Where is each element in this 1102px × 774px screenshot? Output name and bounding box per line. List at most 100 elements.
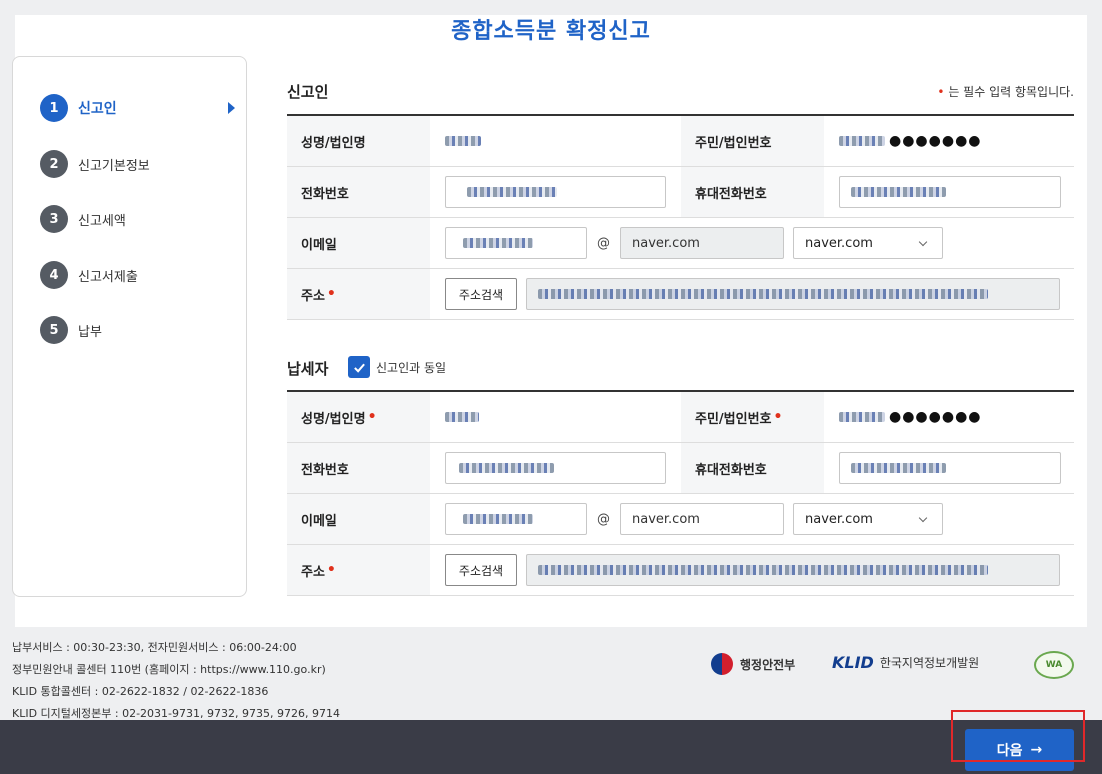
phone-cell — [430, 167, 681, 217]
name-value — [430, 392, 681, 442]
redacted-text — [463, 238, 533, 248]
form-row: 전화번호 휴대전화번호 — [287, 167, 1074, 218]
step-reporter[interactable]: 1 신고인 — [40, 93, 235, 123]
form-row: 이메일 @ naver.com naver.com — [287, 494, 1074, 545]
name-label: 성명/법인명 • — [287, 392, 430, 442]
chevron-down-icon — [918, 237, 928, 247]
redacted-text — [459, 463, 554, 473]
bottom-action-bar — [0, 720, 1102, 774]
section-title: 신고인 — [287, 83, 329, 101]
field-label: 전화번호 — [287, 167, 430, 217]
required-mark: • — [773, 409, 783, 425]
field-label: 휴대전화번호 — [681, 167, 824, 217]
step-number: 1 — [40, 94, 68, 122]
mobile-input[interactable] — [839, 176, 1061, 208]
mobile-cell — [824, 443, 1074, 493]
email-id-input[interactable] — [445, 503, 587, 535]
form-row: 주소 • 주소검색 — [287, 269, 1074, 320]
required-mark: • — [326, 286, 336, 302]
field-label: 이메일 — [287, 218, 430, 268]
field-label: 주민/법인번호 — [695, 411, 772, 427]
rrn-value: ●●●●●●● — [824, 116, 1074, 166]
address-search-button[interactable]: 주소검색 — [445, 554, 517, 586]
same-as-reporter-checkbox[interactable]: 신고인과 동일 — [348, 356, 446, 378]
field-label: 주민/법인번호 — [681, 116, 824, 166]
redacted-text — [839, 412, 885, 422]
reporter-form: 성명/법인명 주민/법인번호 ●●●●●●● 전화번호 휴대전화번호 이메일 @… — [287, 114, 1074, 320]
form-row: 성명/법인명 • 주민/법인번호 • ●●●●●●● — [287, 392, 1074, 443]
rrn-value: ●●●●●●● — [824, 392, 1074, 442]
field-label: 주소 — [301, 288, 325, 304]
email-cell: @ naver.com naver.com — [430, 494, 1074, 544]
page-title: 종합소득분 확정신고 — [451, 19, 651, 44]
klid-mark: KLID — [832, 653, 874, 672]
name-value — [430, 116, 681, 166]
required-mark: • — [326, 562, 336, 578]
step-payment[interactable]: 5 납부 — [40, 315, 235, 345]
rrn-mask: ●●●●●●● — [889, 409, 982, 425]
redacted-text — [445, 136, 481, 146]
step-label: 신고세액 — [78, 213, 126, 229]
required-mark: • — [367, 409, 377, 425]
required-note-text: 는 필수 입력 항목입니다. — [948, 85, 1074, 99]
step-submit[interactable]: 4 신고서제출 — [40, 260, 235, 290]
redacted-text — [851, 187, 946, 197]
step-label: 신고기본정보 — [78, 158, 150, 174]
address-cell: 주소검색 — [430, 545, 1074, 595]
address-label: 주소 • — [287, 269, 430, 319]
redacted-text — [467, 187, 557, 197]
email-domain-select[interactable]: naver.com — [793, 503, 943, 535]
address-input[interactable] — [526, 554, 1060, 586]
mois-logo[interactable]: 행정안전부 — [711, 653, 795, 675]
address-cell: 주소검색 — [430, 269, 1074, 319]
reporter-section-header: 신고인 • 는 필수 입력 항목입니다. — [287, 81, 1074, 111]
mobile-cell — [824, 167, 1074, 217]
email-at: @ — [597, 235, 610, 251]
current-step-arrow-icon — [228, 102, 235, 114]
phone-cell — [430, 443, 681, 493]
mobile-input[interactable] — [839, 452, 1061, 484]
site-footer: 납부서비스 : 00:30-23:30, 전자민원서비스 : 06:00-24:… — [0, 627, 1102, 720]
required-note: • 는 필수 입력 항목입니다. — [937, 83, 1074, 100]
form-row: 전화번호 휴대전화번호 — [287, 443, 1074, 494]
form-row: 성명/법인명 주민/법인번호 ●●●●●●● — [287, 116, 1074, 167]
field-label: 이메일 — [287, 494, 430, 544]
step-label: 신고인 — [78, 101, 117, 117]
email-at: @ — [597, 511, 610, 527]
select-value: naver.com — [805, 235, 873, 251]
email-domain-select[interactable]: naver.com — [793, 227, 943, 259]
mois-logo-text: 행정안전부 — [740, 657, 796, 672]
footer-info: 납부서비스 : 00:30-23:30, 전자민원서비스 : 06:00-24:… — [12, 637, 340, 725]
steps-sidebar: 1 신고인 2 신고기본정보 3 신고세액 4 신고서제출 5 납부 — [12, 56, 247, 597]
step-label: 납부 — [78, 324, 102, 340]
step-number: 5 — [40, 316, 68, 344]
redacted-text — [538, 565, 988, 575]
footer-line: KLID 통합콜센터 : 02-2622-1832 / 02-2622-1836 — [12, 685, 269, 698]
phone-input[interactable] — [445, 452, 666, 484]
redacted-text — [445, 412, 479, 422]
field-label: 성명/법인명 — [301, 411, 366, 427]
email-domain-input[interactable]: naver.com — [620, 227, 784, 259]
field-label: 휴대전화번호 — [681, 443, 824, 493]
next-button-label: 다음 — [996, 743, 1023, 759]
address-search-button[interactable]: 주소검색 — [445, 278, 517, 310]
step-number: 2 — [40, 150, 68, 178]
next-button[interactable]: 다음 → — [965, 729, 1074, 771]
klid-logo-text: 한국지역정보개발원 — [879, 656, 980, 670]
step-label: 신고서제출 — [78, 269, 138, 285]
redacted-text — [839, 136, 885, 146]
required-mark: • — [937, 85, 945, 99]
redacted-text — [538, 289, 988, 299]
section-title: 납세자 — [287, 360, 329, 378]
address-input[interactable] — [526, 278, 1060, 310]
phone-input[interactable] — [445, 176, 666, 208]
step-tax-amount[interactable]: 3 신고세액 — [40, 204, 235, 234]
footer-line: 정부민원안내 콜센터 110번 (홈페이지 : https://www.110.… — [12, 663, 326, 676]
klid-logo[interactable]: KLID 한국지역정보개발원 — [832, 653, 979, 672]
step-basic-info[interactable]: 2 신고기본정보 — [40, 149, 235, 179]
field-label: 성명/법인명 — [287, 116, 430, 166]
taegeuk-icon — [711, 653, 733, 675]
email-domain-input[interactable]: naver.com — [620, 503, 784, 535]
email-id-input[interactable] — [445, 227, 587, 259]
redacted-text — [463, 514, 533, 524]
